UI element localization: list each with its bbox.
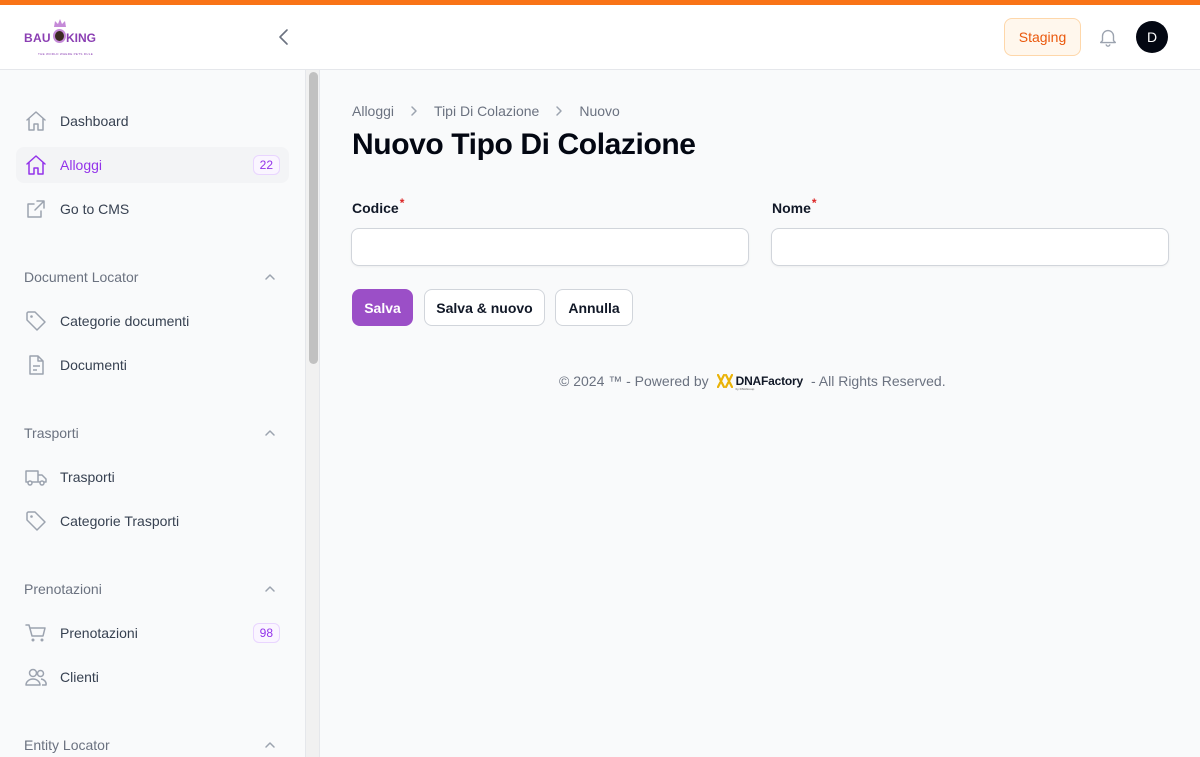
chevron-up-icon[interactable]: [262, 269, 278, 285]
sidebar-scrollbar-thumb[interactable]: [309, 72, 318, 364]
notifications-button[interactable]: [1097, 26, 1119, 48]
group-title-prenotazioni: Prenotazioni: [24, 581, 102, 597]
required-mark: *: [399, 196, 405, 210]
sidebar-item-label: Categorie Trasporti: [60, 513, 180, 529]
logo-text-left: BAU: [24, 31, 51, 45]
codice-label: Codice*: [352, 196, 404, 216]
save-button[interactable]: Salva: [352, 289, 413, 326]
breadcrumb-tipi-di-colazione[interactable]: Tipi Di Colazione: [434, 103, 539, 119]
dnafactory-brand: DNAFactory: [735, 374, 804, 388]
nome-input[interactable]: [771, 228, 1169, 266]
nome-label-text: Nome: [772, 200, 811, 216]
count-badge: 98: [252, 623, 280, 643]
breadcrumb-alloggi[interactable]: Alloggi: [352, 103, 394, 119]
cart-icon: [25, 624, 46, 642]
sidebar-item-categorie-documenti[interactable]: Categorie documenti: [16, 303, 289, 339]
logo-tagline: THE WORLD WHERE PETS RULE: [38, 52, 94, 56]
sidebar: Dashboard Alloggi 22 Go to CMS Document …: [0, 70, 306, 757]
user-avatar[interactable]: D: [1136, 21, 1168, 53]
tag-icon: [26, 311, 46, 331]
save-and-new-button[interactable]: Salva & nuovo: [424, 289, 545, 326]
tag-icon: [26, 511, 46, 531]
sidebar-item-prenotazioni[interactable]: Prenotazioni 98: [16, 615, 289, 651]
collapse-sidebar-button[interactable]: [274, 27, 294, 47]
breadcrumb: Alloggi Tipi Di Colazione Nuovo: [352, 103, 620, 119]
chevron-right-icon: [411, 106, 417, 116]
crown-icon: [54, 19, 66, 27]
environment-badge[interactable]: Staging: [1004, 18, 1081, 56]
chevron-left-icon: [279, 29, 288, 45]
sidebar-item-label: Clienti: [60, 669, 99, 685]
dnafactory-sub: by DNAGroup: [735, 387, 755, 391]
chevron-up-icon[interactable]: [262, 737, 278, 753]
nome-label: Nome*: [772, 196, 817, 216]
sidebar-item-documenti[interactable]: Documenti: [16, 347, 289, 383]
page-title: Nuovo Tipo Di Colazione: [352, 128, 696, 161]
sidebar-item-label: Documenti: [60, 357, 127, 373]
sidebar-item-go-to-cms[interactable]: Go to CMS: [16, 191, 289, 227]
dnafactory-logo[interactable]: DNAFactory by DNAGroup: [716, 374, 804, 391]
sidebar-item-categorie-trasporti[interactable]: Categorie Trasporti: [16, 503, 289, 539]
sidebar-item-label: Trasporti: [60, 469, 115, 485]
bell-icon: [1099, 29, 1117, 47]
home-icon: [26, 155, 46, 175]
sidebar-item-trasporti[interactable]: Trasporti: [16, 459, 289, 495]
dna-helix-icon: [716, 374, 733, 388]
footer-suffix: - All Rights Reserved.: [810, 373, 946, 389]
chevron-right-icon: [556, 106, 563, 116]
logo-text-right: KING: [66, 31, 96, 45]
home-icon: [26, 111, 46, 131]
sidebar-item-alloggi[interactable]: Alloggi 22: [16, 147, 289, 183]
chevron-up-icon[interactable]: [262, 581, 278, 597]
footer-prefix: © 2024 ™ - Powered by: [559, 373, 709, 389]
sidebar-item-label: Alloggi: [60, 157, 103, 173]
group-title-trasporti: Trasporti: [24, 425, 79, 441]
sidebar-item-clienti[interactable]: Clienti: [16, 659, 289, 695]
document-icon: [29, 355, 44, 375]
top-bar: BAU KING THE WORLD WHERE PETS RULE Stagi…: [0, 5, 1200, 70]
cancel-button[interactable]: Annulla: [555, 289, 633, 326]
group-title-entity-locator: Entity Locator: [24, 737, 110, 753]
group-title-document-locator: Document Locator: [24, 269, 139, 285]
codice-input[interactable]: [351, 228, 749, 266]
count-badge: 22: [252, 155, 280, 175]
sidebar-item-label: Categorie documenti: [60, 313, 190, 329]
baubooking-logo[interactable]: BAU KING THE WORLD WHERE PETS RULE: [24, 17, 104, 59]
truck-icon: [25, 470, 47, 486]
sidebar-item-label: Dashboard: [60, 113, 129, 129]
chevron-up-icon[interactable]: [262, 425, 278, 441]
main-content: Alloggi Tipi Di Colazione Nuovo Nuovo Ti…: [320, 70, 1200, 757]
sidebar-item-label: Go to CMS: [60, 201, 130, 217]
dog-mascot-icon: [53, 29, 66, 43]
sidebar-item-label: Prenotazioni: [60, 625, 138, 641]
sidebar-item-dashboard[interactable]: Dashboard: [16, 103, 289, 139]
users-icon: [25, 668, 47, 686]
required-mark: *: [811, 196, 817, 210]
breadcrumb-current: Nuovo: [579, 103, 620, 119]
codice-label-text: Codice: [352, 200, 399, 216]
footer: © 2024 ™ - Powered by DNAFactory by DNAG…: [559, 373, 946, 391]
external-link-icon: [27, 200, 45, 218]
